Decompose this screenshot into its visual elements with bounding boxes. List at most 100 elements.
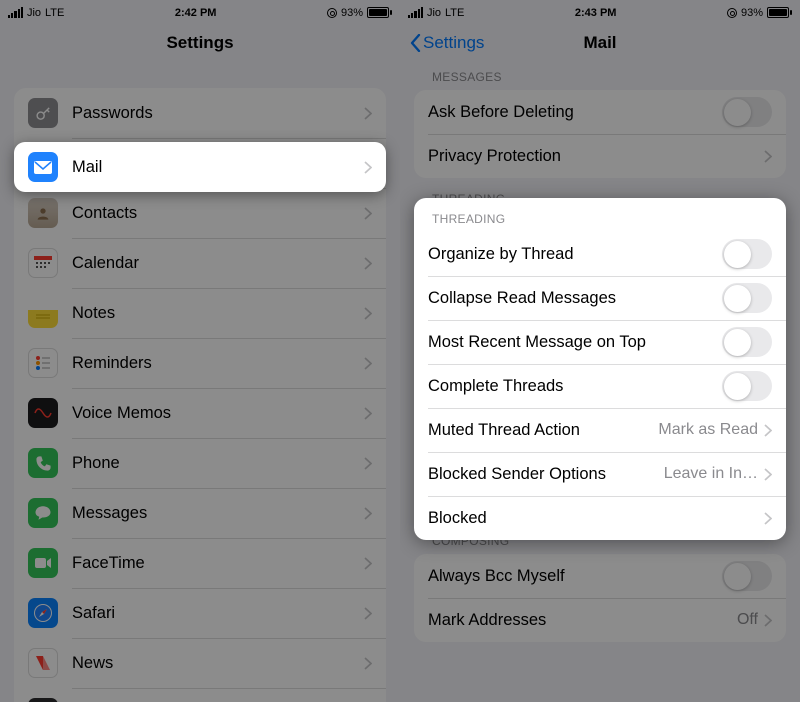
row-label: Safari bbox=[72, 604, 364, 623]
back-button[interactable]: Settings bbox=[410, 33, 484, 53]
page-title: Mail bbox=[583, 33, 616, 53]
settings-row-reminders[interactable]: Reminders bbox=[14, 338, 386, 388]
toggle-organize-by-thread[interactable] bbox=[722, 239, 772, 269]
toggle-most-recent-top[interactable] bbox=[722, 327, 772, 357]
chevron-right-icon bbox=[364, 107, 372, 120]
settings-row-phone[interactable]: Phone bbox=[14, 438, 386, 488]
threading-group-highlight: THREADING Organize by Thread Collapse Re… bbox=[414, 198, 786, 540]
row-blocked[interactable]: Blocked bbox=[414, 496, 786, 540]
settings-row-mail-highlight[interactable]: Mail bbox=[14, 142, 386, 192]
chevron-right-icon bbox=[364, 557, 372, 570]
status-bar: Jio LTE 2:43 PM 93% bbox=[400, 0, 800, 22]
row-label: Messages bbox=[72, 504, 364, 523]
chevron-right-icon bbox=[364, 257, 372, 270]
network-label: LTE bbox=[445, 7, 464, 19]
stocks-icon bbox=[28, 698, 58, 702]
row-label: Reminders bbox=[72, 354, 364, 373]
settings-row-safari[interactable]: Safari bbox=[14, 588, 386, 638]
row-privacy-protection[interactable]: Privacy Protection bbox=[414, 134, 786, 178]
row-label: News bbox=[72, 654, 364, 673]
settings-row-messages[interactable]: Messages bbox=[14, 488, 386, 538]
mail-settings-screen: Jio LTE 2:43 PM 93% Settings Mail MESSAG… bbox=[400, 0, 800, 702]
row-blocked-sender-options[interactable]: Blocked Sender Options Leave in In… bbox=[414, 452, 786, 496]
phone-icon bbox=[28, 448, 58, 478]
signal-icon bbox=[8, 7, 23, 18]
row-organize-by-thread[interactable]: Organize by Thread bbox=[414, 232, 786, 276]
nav-bar: Settings bbox=[0, 22, 400, 64]
row-label: Privacy Protection bbox=[428, 147, 764, 166]
orientation-lock-icon bbox=[727, 8, 737, 18]
chevron-right-icon bbox=[364, 307, 372, 320]
row-label: Organize by Thread bbox=[428, 245, 722, 264]
settings-row-calendar[interactable]: Calendar bbox=[14, 238, 386, 288]
carrier-label: Jio bbox=[427, 7, 441, 19]
network-label: LTE bbox=[45, 7, 64, 19]
settings-row-voicememos[interactable]: Voice Memos bbox=[14, 388, 386, 438]
row-label: Calendar bbox=[72, 254, 364, 273]
chevron-right-icon bbox=[364, 457, 372, 470]
mail-icon bbox=[28, 152, 58, 182]
toggle-ask-before-deleting[interactable] bbox=[722, 97, 772, 127]
chevron-right-icon bbox=[364, 507, 372, 520]
calendar-icon bbox=[28, 248, 58, 278]
row-label: Mail bbox=[72, 158, 364, 177]
row-muted-thread-action[interactable]: Muted Thread Action Mark as Read bbox=[414, 408, 786, 452]
chevron-left-icon bbox=[410, 34, 421, 52]
voicememos-icon bbox=[28, 398, 58, 428]
row-label: Muted Thread Action bbox=[428, 421, 658, 440]
row-label: Collapse Read Messages bbox=[428, 289, 722, 308]
battery-icon bbox=[367, 7, 392, 18]
settings-row-contacts[interactable]: Contacts bbox=[14, 188, 386, 238]
chevron-right-icon bbox=[364, 207, 372, 220]
back-label: Settings bbox=[423, 33, 484, 53]
row-most-recent-top[interactable]: Most Recent Message on Top bbox=[414, 320, 786, 364]
threading-section-header: THREADING bbox=[414, 198, 786, 232]
status-time: 2:42 PM bbox=[175, 7, 217, 19]
row-detail: Leave in In… bbox=[664, 465, 758, 483]
settings-row-news[interactable]: News bbox=[14, 638, 386, 688]
chevron-right-icon bbox=[764, 150, 772, 163]
row-mark-addresses[interactable]: Mark Addresses Off bbox=[414, 598, 786, 642]
chevron-right-icon bbox=[364, 357, 372, 370]
row-collapse-read[interactable]: Collapse Read Messages bbox=[414, 276, 786, 320]
row-detail: Mark as Read bbox=[658, 421, 758, 439]
settings-screen: Jio LTE 2:42 PM 93% Settings Passwords bbox=[0, 0, 400, 702]
news-icon bbox=[28, 648, 58, 678]
row-label: Mark Addresses bbox=[428, 611, 737, 630]
chevron-right-icon bbox=[364, 607, 372, 620]
toggle-always-bcc[interactable] bbox=[722, 561, 772, 591]
settings-row-passwords[interactable]: Passwords bbox=[14, 88, 386, 138]
row-label: Voice Memos bbox=[72, 404, 364, 423]
toggle-collapse-read[interactable] bbox=[722, 283, 772, 313]
safari-icon bbox=[28, 598, 58, 628]
chevron-right-icon bbox=[764, 512, 772, 525]
facetime-icon bbox=[28, 548, 58, 578]
row-label: Blocked Sender Options bbox=[428, 465, 664, 484]
notes-icon bbox=[28, 298, 58, 328]
row-label: Contacts bbox=[72, 204, 364, 223]
chevron-right-icon bbox=[764, 468, 772, 481]
row-label: Notes bbox=[72, 304, 364, 323]
row-label: Phone bbox=[72, 454, 364, 473]
toggle-complete-threads[interactable] bbox=[722, 371, 772, 401]
battery-icon bbox=[767, 7, 792, 18]
row-ask-before-deleting[interactable]: Ask Before Deleting bbox=[414, 90, 786, 134]
status-bar: Jio LTE 2:42 PM 93% bbox=[0, 0, 400, 22]
row-label: Complete Threads bbox=[428, 377, 722, 396]
row-label: Most Recent Message on Top bbox=[428, 333, 722, 352]
contacts-icon bbox=[28, 198, 58, 228]
reminders-icon bbox=[28, 348, 58, 378]
row-label: Ask Before Deleting bbox=[428, 103, 722, 122]
row-detail: Off bbox=[737, 611, 758, 629]
chevron-right-icon bbox=[764, 424, 772, 437]
settings-row-notes[interactable]: Notes bbox=[14, 288, 386, 338]
battery-label: 93% bbox=[341, 7, 363, 19]
chevron-right-icon bbox=[364, 161, 372, 174]
row-label: Passwords bbox=[72, 104, 364, 123]
row-label: Always Bcc Myself bbox=[428, 567, 722, 586]
row-complete-threads[interactable]: Complete Threads bbox=[414, 364, 786, 408]
settings-row-facetime[interactable]: FaceTime bbox=[14, 538, 386, 588]
page-title: Settings bbox=[166, 33, 233, 53]
settings-row-stocks[interactable]: Stocks bbox=[14, 688, 386, 702]
row-always-bcc[interactable]: Always Bcc Myself bbox=[414, 554, 786, 598]
